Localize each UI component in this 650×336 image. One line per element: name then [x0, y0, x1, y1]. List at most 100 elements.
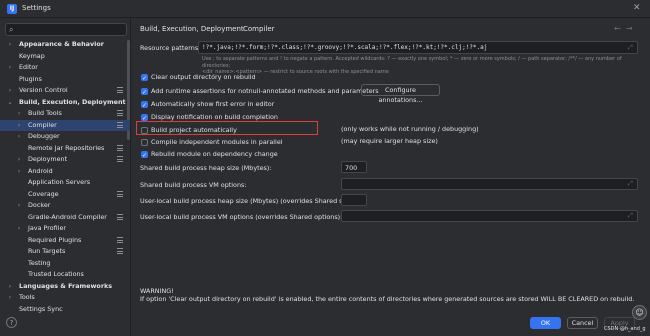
sidebar-item[interactable]: Run Targets — [0, 246, 130, 257]
sidebar-item[interactable]: Trusted Locations — [0, 269, 130, 280]
sidebar-item-label: Plugins — [19, 74, 42, 83]
search-icon: ⌕ — [9, 25, 14, 34]
project-settings-icon — [117, 190, 123, 197]
sidebar-item[interactable]: › Android — [0, 166, 130, 177]
chevron-icon[interactable]: › — [15, 154, 23, 165]
sidebar-item[interactable]: › Debugger — [0, 131, 130, 142]
forward-icon[interactable]: → — [626, 24, 633, 33]
assistant-icon[interactable]: ☺ — [632, 305, 647, 320]
sidebar-item-label: Compiler — [28, 120, 57, 129]
chevron-icon[interactable]: › — [6, 85, 14, 96]
chevron-icon[interactable]: › — [15, 120, 23, 131]
user-heap-field[interactable] — [341, 194, 367, 206]
sidebar-item[interactable]: Settings Sync — [0, 304, 130, 315]
sidebar-item-label: Build, Execution, Deployment — [19, 97, 126, 106]
sidebar-item[interactable]: Testing — [0, 258, 130, 269]
sidebar-item[interactable]: › Tools — [0, 292, 130, 303]
chevron-icon[interactable]: › — [6, 62, 14, 73]
ok-button[interactable]: OK — [530, 317, 561, 329]
sidebar-item[interactable]: › Version Control — [0, 85, 130, 96]
help-button[interactable]: ? — [6, 317, 17, 328]
expand-icon[interactable]: ⤢ — [628, 212, 633, 220]
sidebar-item[interactable]: › Build Tools — [0, 108, 130, 119]
title-bar — [0, 0, 650, 18]
sidebar-item[interactable]: › Java Profiler — [0, 223, 130, 234]
option-checkbox[interactable] — [141, 100, 148, 111]
sidebar-item[interactable]: ⌄ Build, Execution, Deployment — [0, 97, 130, 108]
sidebar-item[interactable]: › Deployment — [0, 154, 130, 165]
sidebar-item-label: Remote Jar Repositories — [28, 143, 105, 152]
sidebar-item[interactable]: Required Plugins — [0, 235, 130, 246]
sidebar-item[interactable]: Remote Jar Repositories — [0, 143, 130, 154]
warning-text: If option 'Clear output directory on reb… — [140, 295, 635, 303]
sidebar-item-label: Docker — [28, 201, 51, 209]
option-label: Clear output directory on rebuild — [151, 73, 256, 81]
option-label: Rebuild module on dependency change — [151, 150, 278, 158]
cancel-button[interactable]: Cancel — [567, 317, 598, 329]
project-settings-icon — [117, 121, 123, 128]
project-settings-icon — [117, 110, 123, 116]
sidebar-item-label: Run Targets — [28, 247, 66, 255]
sidebar-item-label: Build Tools — [28, 109, 62, 117]
breadcrumb-current: Compiler — [243, 25, 275, 33]
project-settings-icon — [117, 248, 123, 254]
sidebar-item-label: Gradle-Android Compiler — [28, 212, 107, 221]
sidebar-item-label: Required Plugins — [28, 235, 82, 244]
chevron-icon[interactable]: › — [15, 223, 23, 234]
sidebar-item[interactable]: Gradle-Android Compiler — [0, 212, 130, 223]
chevron-icon[interactable]: ⌄ — [6, 97, 14, 108]
heap-size-label: Shared build process heap size (Mbytes): — [140, 164, 272, 172]
sidebar-item-label: Java Profiler — [28, 224, 67, 232]
sidebar-item[interactable]: Keymap — [0, 51, 130, 62]
option-checkbox[interactable] — [141, 87, 148, 98]
search-input[interactable]: ⌕ — [5, 23, 127, 36]
option-label: Compile independent modules in parallel — [151, 138, 283, 146]
sidebar-item-label: Trusted Locations — [28, 270, 84, 278]
sidebar-item[interactable]: › Appearance & Behavior — [0, 39, 130, 50]
option-checkbox[interactable] — [141, 113, 148, 124]
project-settings-icon — [117, 213, 123, 220]
close-icon[interactable]: ✕ — [633, 3, 641, 13]
option-checkbox[interactable] — [141, 150, 148, 161]
warning-title: WARNING! — [140, 287, 174, 295]
sidebar-item[interactable]: › Docker — [0, 200, 130, 211]
chevron-icon[interactable]: › — [15, 108, 23, 119]
sidebar-item[interactable]: › Languages & Frameworks — [0, 281, 130, 292]
highlight-box — [136, 121, 318, 135]
sidebar-item-label: Application Servers — [28, 178, 91, 186]
resource-patterns-input[interactable]: !?*.java;!?*.form;!?*.class;!?*.groovy;!… — [198, 41, 638, 54]
vm-options-label: Shared build process VM options: — [140, 181, 247, 189]
sidebar-item[interactable]: Application Servers — [0, 177, 130, 188]
option-checkbox[interactable] — [141, 73, 148, 84]
configure-annotations-button[interactable]: Configure annotations... — [361, 84, 440, 104]
hint-line: Use ; to separate patterns and ! to nega… — [202, 56, 622, 69]
breadcrumb-parent[interactable]: Build, Execution, Deployment — [140, 25, 244, 33]
sidebar-item-label: Languages & Frameworks — [19, 281, 113, 290]
expand-icon[interactable]: ⤢ — [628, 44, 633, 52]
vm-options-field[interactable] — [341, 178, 638, 190]
chevron-icon[interactable]: › — [6, 281, 14, 292]
chevron-icon[interactable]: › — [6, 292, 14, 303]
sidebar-item-label: Testing — [28, 258, 51, 267]
chevron-icon[interactable]: › — [15, 131, 23, 142]
sidebar-item[interactable]: Plugins — [0, 74, 130, 85]
option-checkbox[interactable] — [141, 139, 148, 146]
project-settings-icon — [117, 236, 123, 243]
back-icon[interactable]: ← — [614, 24, 621, 33]
resource-patterns-label: Resource patterns: — [140, 44, 201, 52]
expand-icon[interactable]: ⤢ — [628, 180, 633, 188]
user-vm-field[interactable] — [341, 210, 638, 222]
chevron-icon[interactable]: › — [15, 166, 23, 177]
user-heap-label: User-local build process heap size (Mbyt… — [140, 197, 357, 205]
sidebar-item[interactable]: › Editor — [0, 62, 130, 73]
sidebar-item-label: Keymap — [19, 51, 45, 60]
user-vm-label: User-local build process VM options (ove… — [140, 213, 343, 221]
sidebar-item[interactable]: Coverage — [0, 189, 130, 200]
sidebar-item-label: Editor — [19, 63, 38, 71]
heap-size-field[interactable]: 700 — [341, 161, 367, 173]
sidebar-item-label: Settings Sync — [19, 304, 63, 313]
chevron-icon[interactable]: › — [15, 200, 23, 211]
sidebar-item[interactable]: › Compiler — [0, 119, 130, 131]
sidebar-item-label: Coverage — [28, 189, 59, 198]
chevron-icon[interactable]: › — [6, 39, 14, 50]
